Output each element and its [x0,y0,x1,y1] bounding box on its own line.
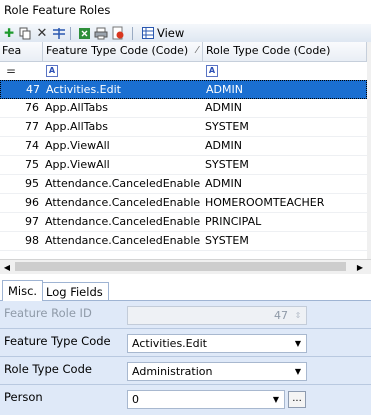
cell-id: 74 [25,139,39,152]
delete-icon[interactable]: ✕ [34,25,50,41]
cell-id: 97 [25,215,39,228]
person-value: 0 [132,393,139,406]
cell-role-type: PRINCIPAL [205,215,262,228]
cell-role-type: ADMIN [205,177,242,190]
tab-misc[interactable]: Misc. [2,280,44,301]
cell-feature-type: Attendance.CanceledEnabled [45,177,200,190]
table-row[interactable]: 97 Attendance.CanceledEnabled PRINCIPAL [0,213,367,232]
chevron-down-icon[interactable]: ▼ [291,364,305,379]
cell-role-type: SYSTEM [205,158,249,171]
data-grid: Fea Feature Type Code (Code) ⁄ Role Type… [0,42,367,259]
cell-id: 77 [25,120,39,133]
copy-icon[interactable] [17,25,33,41]
role-type-code-select[interactable]: Administration ▼ [127,362,307,381]
divider [0,384,371,385]
cell-id: 98 [25,234,39,247]
view-button[interactable]: View [142,25,184,41]
feature-type-code-value: Activities.Edit [132,337,207,350]
vertical-scrollbar[interactable] [367,42,371,259]
toolbar: ✚ ✕ View [0,24,371,44]
table-row[interactable]: 98 Attendance.CanceledEnabled SYSTEM [0,232,367,251]
column-header-id[interactable]: Fea [0,42,43,61]
person-browse-button[interactable]: ... [288,391,306,408]
cell-id: 75 [25,158,39,171]
cell-feature-type: Activities.Edit [46,83,121,96]
cell-feature-type: App.ViewAll [45,158,110,171]
divider [0,356,371,357]
grid-header: Fea Feature Type Code (Code) ⁄ Role Type… [0,42,367,62]
cell-role-type: ADMIN [206,83,243,96]
cell-feature-type: Attendance.CanceledEnabled [45,215,200,228]
cell-feature-type: App.AllTabs [45,101,108,114]
filter-id-operator[interactable]: = [6,64,16,78]
details-panel: Feature Role ID 47 ⇕ Feature Type Code A… [0,301,371,415]
cell-feature-type: App.AllTabs [45,120,108,133]
cell-feature-type: App.ViewAll [45,139,110,152]
feature-type-code-label: Feature Type Code [4,334,111,348]
cell-feature-type: Attendance.CanceledEnabled [45,234,200,247]
scroll-thumb[interactable] [15,262,346,271]
scroll-left-icon[interactable]: ◀ [0,260,14,274]
table-row[interactable]: 76 App.AllTabs ADMIN [0,99,367,118]
toolbar-separator [70,27,71,40]
feature-role-id-value: 47 [274,309,288,322]
cell-role-type: SYSTEM [205,120,249,133]
table-row[interactable]: 75 App.ViewAll SYSTEM [0,156,367,175]
tab-log-fields[interactable]: Log Fields [40,282,109,300]
report-icon[interactable] [110,25,126,41]
chevron-down-icon[interactable]: ▼ [269,392,283,407]
table-row[interactable]: 47 Activities.Edit ADMIN [0,80,367,99]
chevron-down-icon[interactable]: ▼ [291,336,305,351]
sort-icon: ⁄ [196,45,198,56]
column-header-feature-type[interactable]: Feature Type Code (Code) ⁄ [43,42,203,61]
view-label: View [157,26,185,40]
table-row[interactable]: 77 App.AllTabs SYSTEM [0,118,367,137]
cell-feature-type: Attendance.CanceledEnabled [45,196,200,209]
print-icon[interactable] [93,25,109,41]
horizontal-scrollbar[interactable]: ◀ ▶ [0,259,371,274]
columns-icon[interactable] [51,25,67,41]
cell-id: 95 [25,177,39,190]
excel-icon[interactable] [76,25,92,41]
feature-role-id-label: Feature Role ID [4,306,92,320]
toolbar-separator [132,27,133,40]
filter-role-type-icon[interactable]: A [206,65,218,77]
cell-role-type: ADMIN [205,101,242,114]
spinner-icon: ⇕ [294,311,302,320]
feature-role-id-field: 47 ⇕ [127,306,307,325]
cell-id: 76 [25,101,39,114]
cell-role-type: SYSTEM [205,234,249,247]
scroll-right-icon[interactable]: ▶ [353,260,367,274]
add-icon[interactable]: ✚ [1,25,17,41]
filter-row: = A A [0,62,367,81]
table-row[interactable]: 96 Attendance.CanceledEnabled HOMEROOMTE… [0,194,367,213]
table-row[interactable]: 95 Attendance.CanceledEnabled ADMIN [0,175,367,194]
column-header-role-type[interactable]: Role Type Code (Code) [203,42,367,61]
grid-view-icon [142,27,154,39]
feature-type-code-select[interactable]: Activities.Edit ▼ [127,334,307,353]
cell-role-type: HOMEROOMTEACHER [205,196,325,209]
table-row[interactable]: 74 App.ViewAll ADMIN [0,137,367,156]
person-label: Person [4,390,43,404]
role-type-code-label: Role Type Code [4,362,92,376]
role-type-code-value: Administration [132,365,213,378]
cell-role-type: ADMIN [205,139,242,152]
divider [0,328,371,329]
tab-strip: Misc. Log Fields [0,280,371,301]
cell-id: 47 [26,83,40,96]
cell-id: 96 [25,196,39,209]
person-select[interactable]: 0 ▼ [127,390,285,409]
column-header-feature-type-label: Feature Type Code (Code) [46,44,189,57]
filter-feature-type-icon[interactable]: A [46,65,58,77]
window-title: Role Feature Roles [4,3,111,17]
